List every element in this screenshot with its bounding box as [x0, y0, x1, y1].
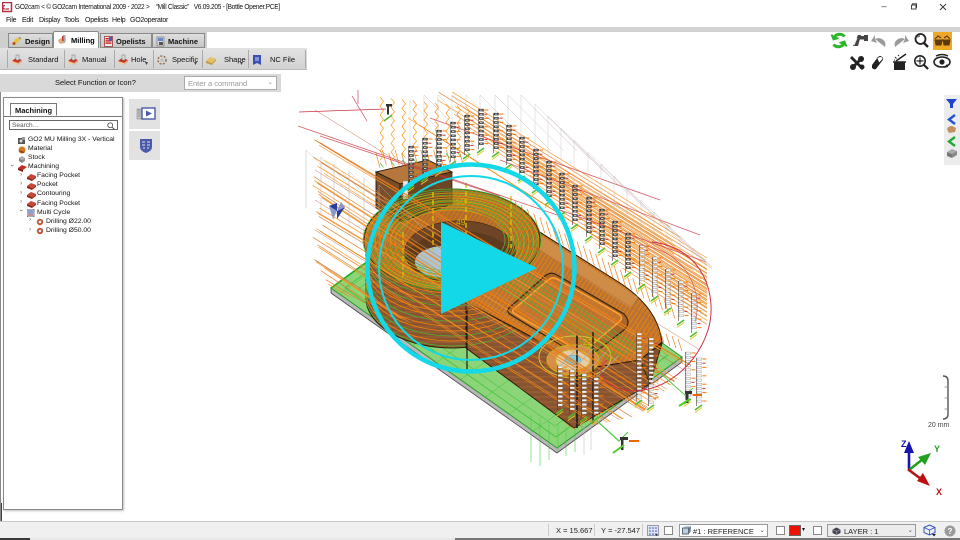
svg-text:Y: Y [934, 444, 940, 454]
svg-text:X: X [936, 487, 942, 497]
svg-text:20 mm: 20 mm [928, 422, 950, 429]
svg-text:Z: Z [901, 439, 907, 449]
svg-text:?: ? [948, 526, 953, 535]
